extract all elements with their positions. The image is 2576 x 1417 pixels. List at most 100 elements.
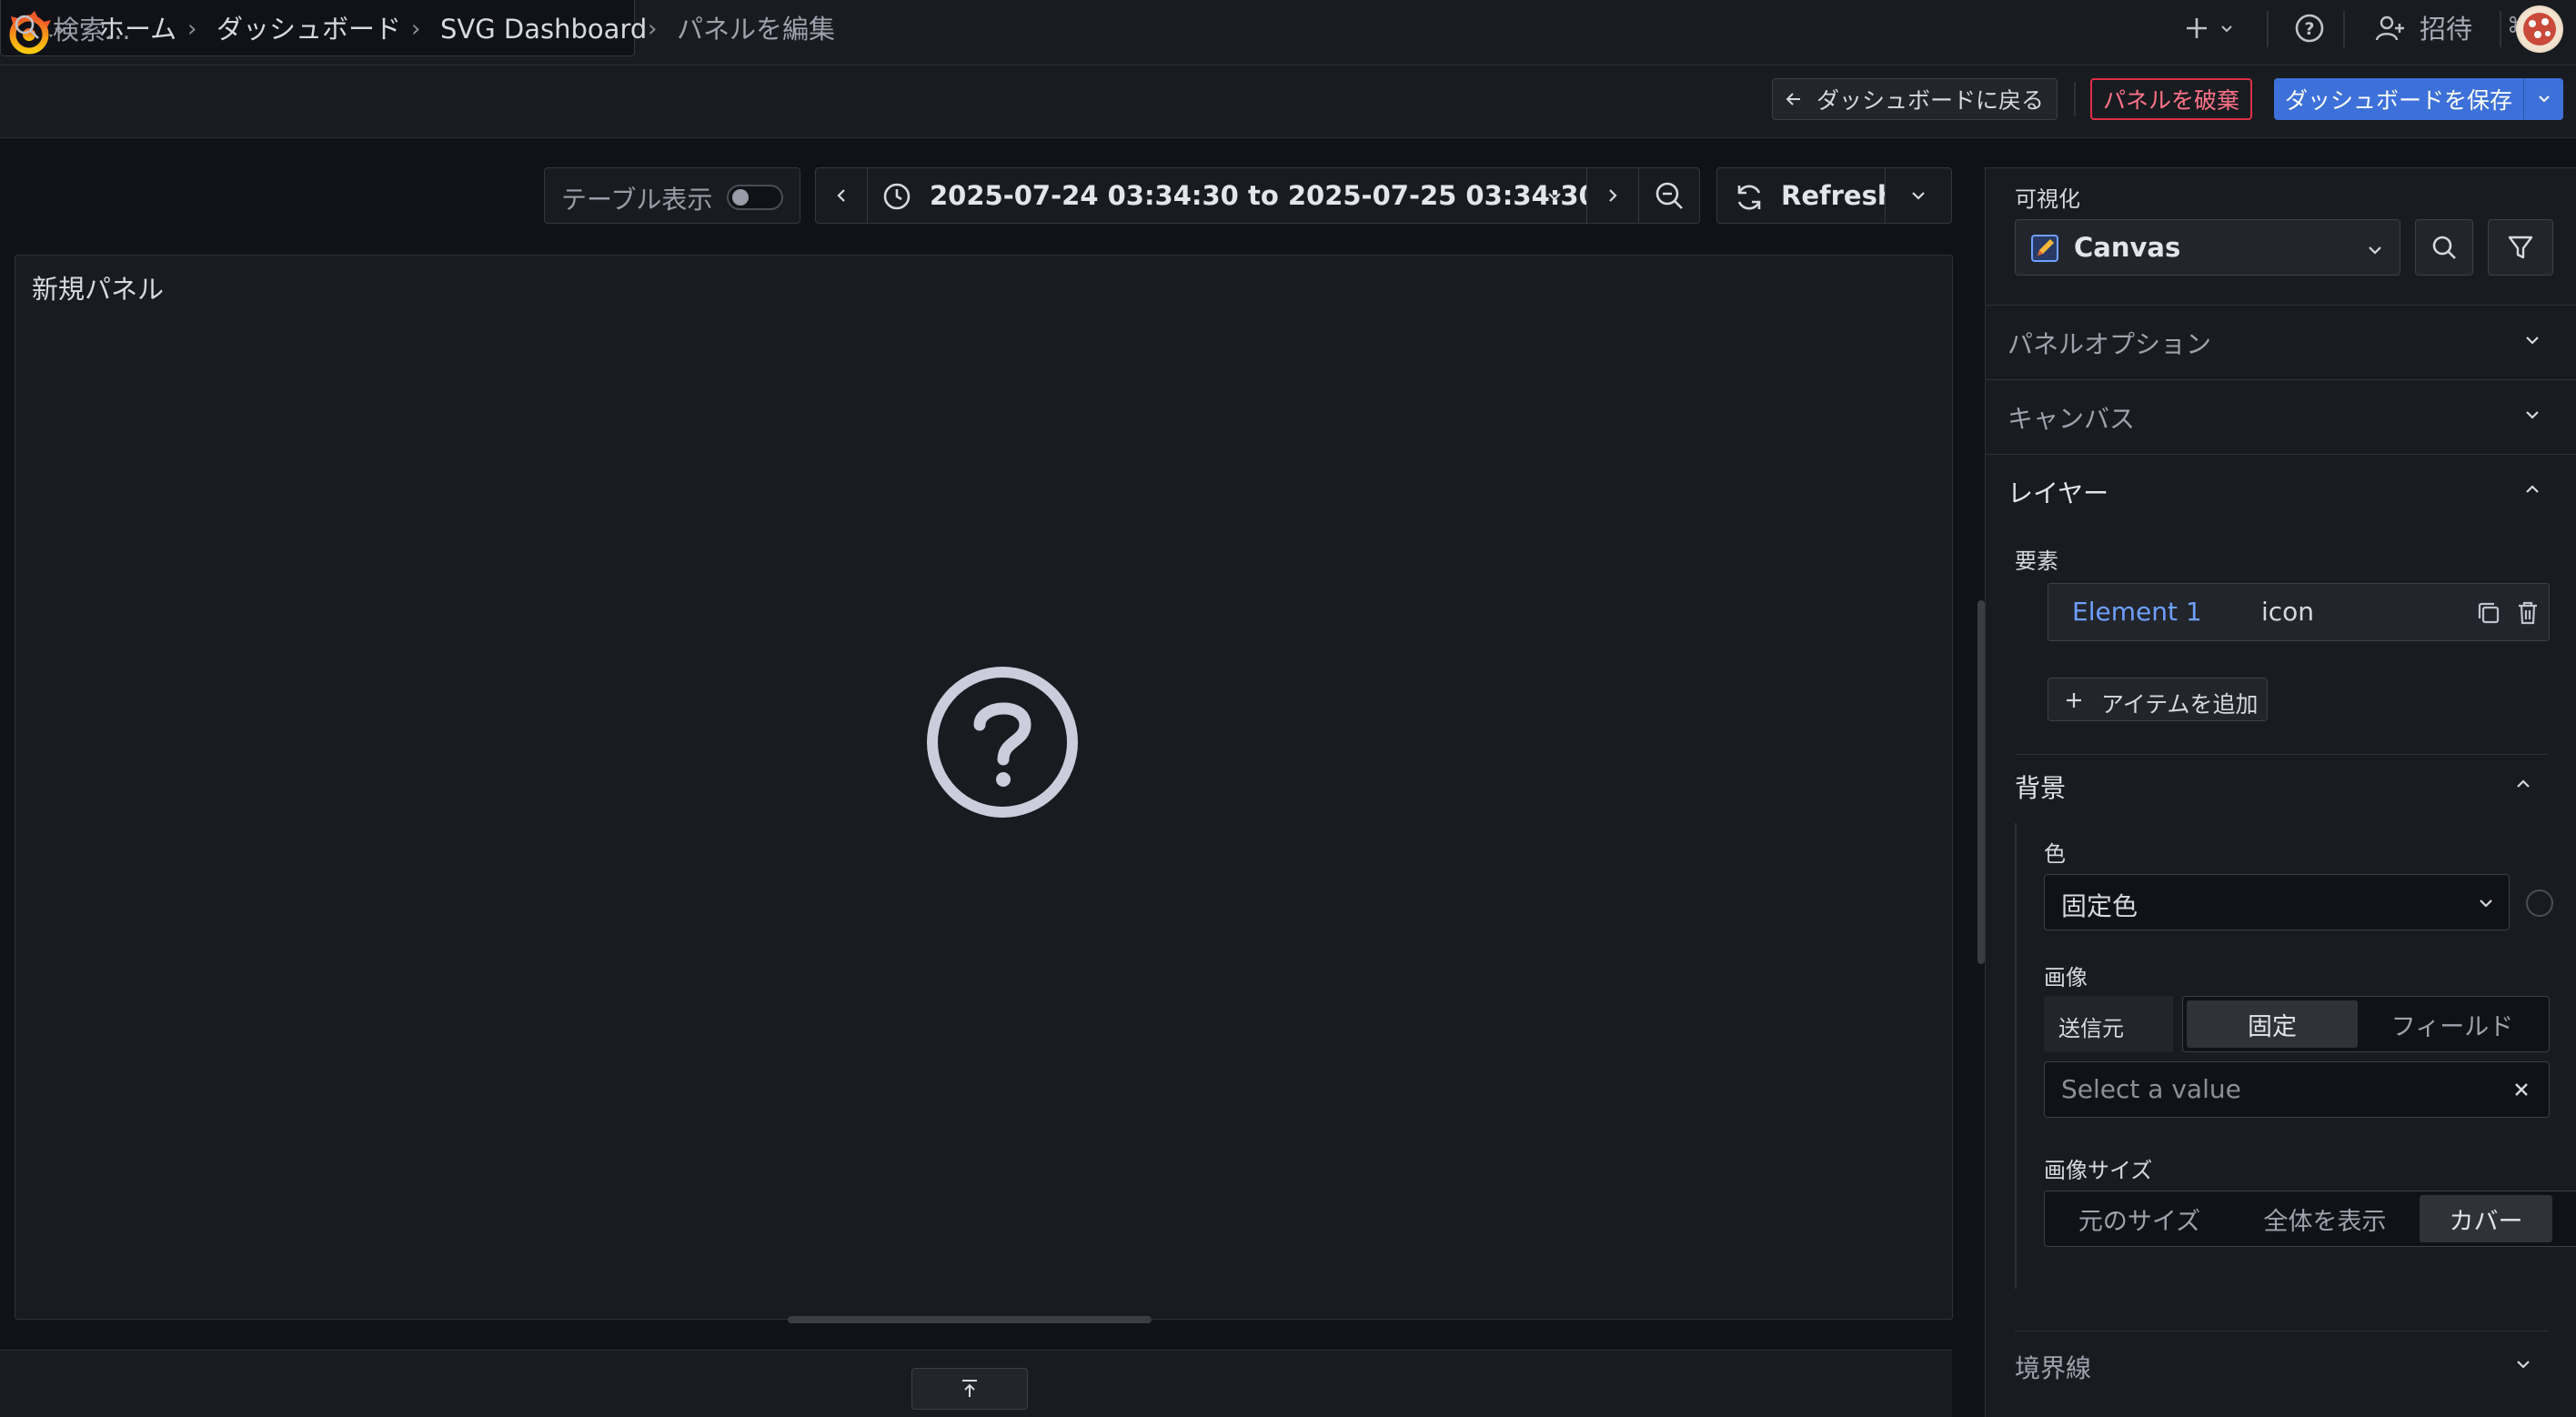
element-name[interactable]: Element 1 bbox=[2072, 597, 2202, 627]
layer-element-row[interactable]: Element 1 icon bbox=[2048, 583, 2550, 641]
refresh-button[interactable]: Refresh bbox=[1716, 167, 1897, 224]
visualization-picker[interactable]: Canvas bbox=[2015, 219, 2400, 276]
visualization-label: 可視化 bbox=[2015, 186, 2080, 212]
chevron-down-icon bbox=[2522, 405, 2542, 425]
discard-panel-button[interactable]: パネルを破棄 bbox=[2090, 78, 2252, 120]
clock-icon bbox=[882, 182, 911, 211]
source-option-fixed[interactable]: 固定 bbox=[2187, 1000, 2358, 1048]
panel-resize-handle[interactable] bbox=[788, 1316, 1152, 1323]
breadcrumb-separator-icon: › bbox=[648, 15, 658, 43]
options-pane: 可視化 Canvas パネルオプション キャンバス レイヤー 要素 Elemen… bbox=[1985, 167, 2576, 1417]
invite-user-icon[interactable] bbox=[2374, 13, 2405, 44]
edit-toolbar: ダッシュボードに戻る パネルを破棄 ダッシュボードを保存 bbox=[0, 65, 2576, 138]
divider bbox=[2074, 82, 2076, 116]
add-item-button[interactable]: アイテムを追加 bbox=[2048, 678, 2268, 721]
breadcrumb-dashboards[interactable]: ダッシュボード bbox=[216, 11, 401, 47]
chevron-down-icon bbox=[2537, 92, 2551, 106]
search-icon bbox=[2430, 234, 2458, 261]
breadcrumb-dashboard[interactable]: SVG Dashboard bbox=[440, 11, 647, 47]
back-to-dashboard-button[interactable]: ダッシュボードに戻る bbox=[1772, 78, 2058, 120]
source-radio-group: 固定 フィールド bbox=[2182, 996, 2550, 1052]
element-type: icon bbox=[2261, 597, 2315, 627]
chevron-down-icon bbox=[2476, 893, 2496, 913]
chevron-down-icon bbox=[1546, 188, 1563, 205]
canvas-icon bbox=[2030, 234, 2059, 263]
color-swatch[interactable] bbox=[2526, 889, 2553, 917]
save-dashboard-button[interactable]: ダッシュボードを保存 bbox=[2274, 78, 2523, 120]
source-option-field[interactable]: フィールド bbox=[2361, 1000, 2543, 1048]
breadcrumb-separator-icon: › bbox=[187, 15, 197, 43]
image-label: 画像 bbox=[2044, 965, 2088, 990]
refresh-label: Refresh bbox=[1781, 180, 1897, 211]
plus-icon[interactable] bbox=[2183, 15, 2210, 42]
section-panel-options-title: パネルオプション bbox=[2007, 329, 2212, 359]
toggle-switch[interactable] bbox=[727, 185, 783, 210]
invite-button[interactable]: 招待 bbox=[2420, 11, 2472, 47]
section-panel-options[interactable]: パネルオプション bbox=[1986, 307, 2576, 379]
border-title: 境界線 bbox=[2015, 1353, 2092, 1383]
divider bbox=[2015, 1331, 2548, 1332]
table-view-toggle[interactable]: テーブル表示 bbox=[544, 167, 800, 224]
panel-preview[interactable]: 新規パネル bbox=[15, 255, 1953, 1320]
breadcrumb-current: パネルを編集 bbox=[677, 14, 836, 45]
time-range-picker[interactable]: 2025-07-24 03:34:30 to 2025-07-25 03:34:… bbox=[867, 167, 1597, 224]
divider bbox=[1986, 454, 2576, 455]
chevron-down-icon[interactable] bbox=[2219, 22, 2234, 36]
background-title: 背景 bbox=[2015, 773, 2067, 803]
plus-icon bbox=[2065, 691, 2083, 709]
image-size-original[interactable]: 元のサイズ bbox=[2048, 1195, 2230, 1242]
vertical-splitter[interactable] bbox=[1977, 600, 1985, 964]
subsection-border[interactable]: 境界線 bbox=[2015, 1332, 2551, 1396]
search-visualizations-button[interactable] bbox=[2415, 219, 2473, 276]
table-view-label: テーブル表示 bbox=[561, 185, 713, 215]
image-size-label: 画像サイズ bbox=[2044, 1158, 2153, 1183]
filter-icon bbox=[2507, 234, 2534, 261]
section-layers[interactable]: レイヤー bbox=[1986, 456, 2576, 528]
expand-query-button[interactable] bbox=[911, 1368, 1028, 1410]
avatar[interactable] bbox=[2516, 5, 2563, 53]
time-forward-button[interactable] bbox=[1586, 167, 1639, 224]
section-canvas[interactable]: キャンバス bbox=[1986, 381, 2576, 454]
top-nav: ホーム › ダッシュボード › SVG Dashboard › パネルを編集 検… bbox=[0, 0, 2576, 65]
chevron-down-icon bbox=[2365, 240, 2385, 260]
back-to-dashboard-label: ダッシュボードに戻る bbox=[1816, 87, 2044, 114]
color-mode-select[interactable]: 固定色 bbox=[2044, 874, 2510, 930]
zoom-out-icon bbox=[1654, 180, 1685, 211]
svg-text:?: ? bbox=[2304, 19, 2314, 39]
save-dashboard-dropdown[interactable] bbox=[2523, 78, 2563, 120]
filter-options-button[interactable] bbox=[2488, 219, 2553, 276]
duplicate-icon[interactable] bbox=[2476, 600, 2501, 626]
divider bbox=[2015, 754, 2548, 755]
zoom-out-button[interactable] bbox=[1638, 167, 1700, 224]
color-label: 色 bbox=[2044, 841, 2066, 867]
panel-title: 新規パネル bbox=[32, 274, 165, 305]
source-label: 送信元 bbox=[2058, 1016, 2124, 1041]
divider bbox=[2267, 11, 2269, 47]
image-size-cover[interactable]: カバー bbox=[2420, 1195, 2552, 1242]
arrow-to-top-icon bbox=[959, 1378, 981, 1400]
subsection-background[interactable]: 背景 bbox=[2015, 756, 2551, 816]
image-size-radio-group: 元のサイズ 全体を表示 カバー bbox=[2044, 1191, 2576, 1247]
time-back-button[interactable] bbox=[815, 167, 868, 224]
add-item-label: アイテムを追加 bbox=[2101, 691, 2259, 718]
image-value-select[interactable]: Select a value bbox=[2044, 1061, 2550, 1118]
chevron-up-icon bbox=[2513, 774, 2533, 794]
chevron-down-icon bbox=[2513, 1354, 2533, 1374]
section-canvas-title: キャンバス bbox=[2007, 404, 2136, 434]
arrow-left-icon bbox=[1786, 91, 1802, 107]
help-icon[interactable]: ? bbox=[2294, 13, 2325, 44]
search-placeholder: 検索... bbox=[53, 15, 131, 45]
chevron-right-icon bbox=[1605, 187, 1621, 204]
divider bbox=[2343, 11, 2345, 47]
divider bbox=[2500, 11, 2501, 47]
search-icon bbox=[13, 13, 42, 42]
image-size-contain[interactable]: 全体を表示 bbox=[2234, 1195, 2416, 1242]
image-value-placeholder: Select a value bbox=[2061, 1074, 2241, 1104]
trash-icon[interactable] bbox=[2516, 600, 2540, 626]
close-icon[interactable] bbox=[2512, 1080, 2531, 1099]
question-circle-icon[interactable] bbox=[925, 665, 1080, 819]
chevron-up-icon bbox=[2522, 479, 2542, 499]
refresh-interval-dropdown[interactable] bbox=[1885, 167, 1952, 224]
chevron-down-icon bbox=[2522, 330, 2542, 350]
divider bbox=[1986, 305, 2576, 306]
